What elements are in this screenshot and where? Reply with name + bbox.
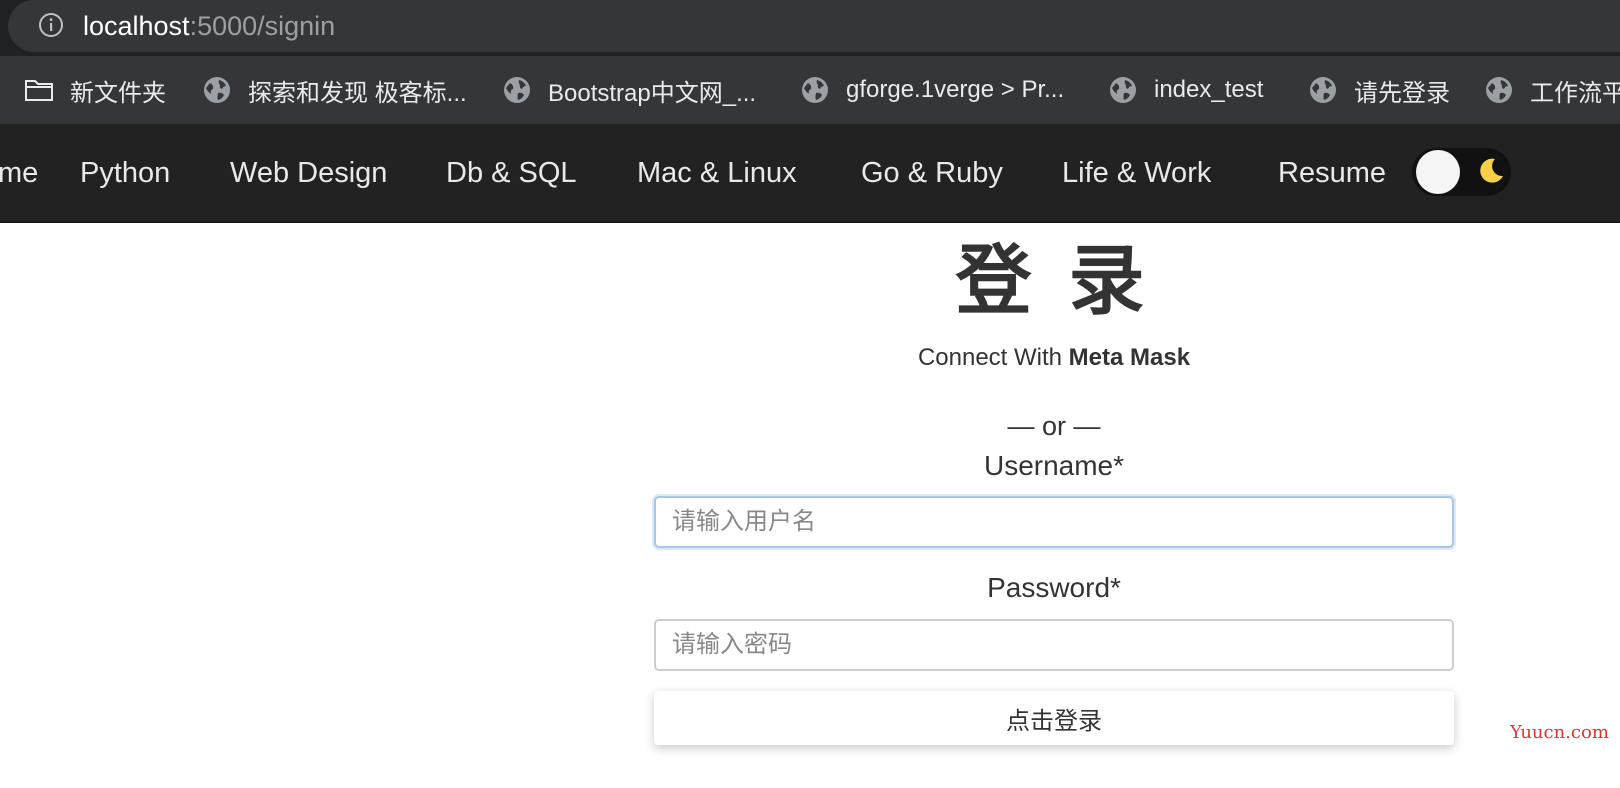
bookmark-label: index_test [1154,76,1264,103]
bookmarks-bar: 新文件夹 探索和发现 极客标... Bootstrap中文网_... gforg… [0,56,1620,125]
globe-icon [1486,77,1512,103]
bookmark-item[interactable]: 请先登录 [1308,70,1450,110]
nav-item-web-design[interactable]: Web Design [230,154,387,192]
password-label: Password* [987,572,1121,603]
nav-item-db-sql[interactable]: Db & SQL [446,154,577,192]
login-button[interactable]: 点击登录 [654,691,1454,745]
bookmark-folder[interactable]: 新文件夹 [24,70,166,110]
bookmark-label: 工作流平 [1530,79,1620,107]
connect-prefix: Connect With [917,344,1069,371]
globe-icon [1310,77,1336,103]
nav-item-go-ruby[interactable]: Go & Ruby [861,154,1003,192]
globe-icon [204,77,230,103]
bookmark-item[interactable]: gforge.1verge > Pr... [800,70,1064,110]
bookmark-item[interactable]: index_test [1108,70,1263,110]
url-field[interactable]: localhost:5000/signin [8,0,1620,52]
bookmark-label: gforge.1verge > Pr... [846,76,1065,103]
theme-toggle[interactable] [1412,148,1511,196]
info-icon[interactable] [38,12,64,38]
page-title: 登 录 [955,239,1153,324]
nav-item-home[interactable]: me [0,154,38,192]
nav-item-resume[interactable]: Resume [1278,154,1386,192]
watermark: Yuucn.com [1510,722,1609,743]
globe-icon [504,77,530,103]
nav-item-life-work[interactable]: Life & Work [1062,154,1211,192]
connect-metamask-link[interactable]: Connect With Meta Mask [0,341,1620,375]
nav-item-mac-linux[interactable]: Mac & Linux [637,154,797,192]
bookmark-item[interactable]: 工作流平 [1484,70,1620,110]
url-text: localhost:5000/signin [83,9,335,43]
toggle-knob [1416,150,1460,194]
connect-provider: Meta Mask [1068,344,1191,371]
moon-icon [1480,158,1503,183]
username-input[interactable] [654,496,1454,548]
url-host: localhost [83,11,190,41]
globe-icon [802,77,828,103]
bookmark-item[interactable]: Bootstrap中文网_... [502,70,756,110]
or-divider: — or — [1007,411,1101,441]
bookmark-item[interactable]: 探索和发现 极客标... [202,70,467,110]
bookmark-label: 探索和发现 极客标... [248,79,467,107]
bookmark-label: 新文件夹 [70,79,166,107]
browser-address-bar: localhost:5000/signin [0,0,1620,56]
bookmark-label: 请先登录 [1354,79,1450,107]
site-nav: me Python Web Design Db & SQL Mac & Linu… [0,124,1620,223]
username-label: Username* [983,450,1125,481]
globe-icon [1110,77,1136,103]
url-path: :5000/signin [189,11,336,41]
folder-icon [25,80,53,101]
nav-item-python[interactable]: Python [80,154,170,192]
bookmark-label: Bootstrap中文网_... [548,79,757,107]
password-input[interactable] [654,619,1454,671]
